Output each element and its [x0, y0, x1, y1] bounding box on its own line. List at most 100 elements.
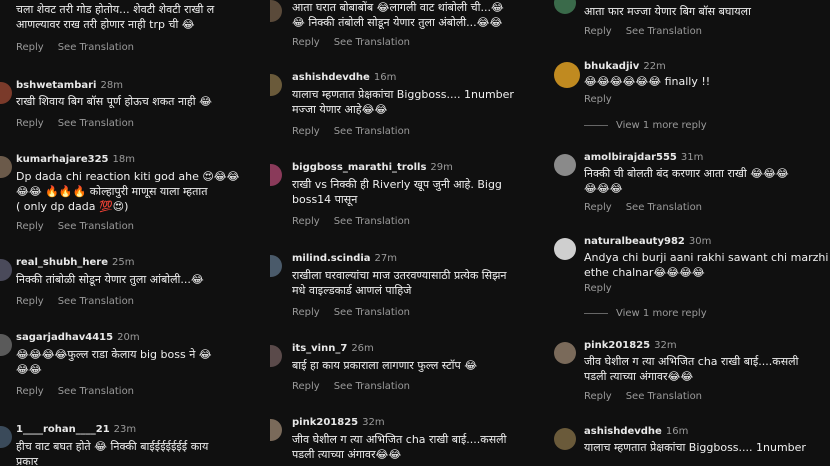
- comment-time: 18m: [112, 154, 135, 165]
- comment-username[interactable]: 1____rohan____21 23m: [16, 424, 136, 435]
- comment-username[interactable]: biggboss_marathi_trolls 29m: [292, 162, 453, 173]
- see-translation-button[interactable]: See Translation: [334, 37, 410, 48]
- comment-time: 22m: [643, 61, 666, 72]
- reply-button[interactable]: Reply: [16, 221, 44, 232]
- see-translation-button[interactable]: See Translation: [58, 296, 134, 307]
- comment-text: जीव घेशील ग त्या अभिजित cha राखी बाई....…: [584, 355, 799, 383]
- see-translation-button[interactable]: See Translation: [334, 381, 410, 392]
- comment-actions: Reply See Translation: [16, 386, 148, 397]
- see-translation-button[interactable]: See Translation: [334, 216, 410, 227]
- comment-actions: Reply See Translation: [292, 216, 424, 227]
- see-translation-button[interactable]: See Translation: [626, 202, 702, 213]
- comment-time: 16m: [665, 426, 689, 437]
- comment-actions: Reply See Translation: [292, 307, 424, 318]
- reply-button[interactable]: Reply: [584, 283, 612, 294]
- reply-button[interactable]: Reply: [292, 216, 320, 227]
- comments-column-2: आता घरात बोबाबोंब 😂लागली वाट थांबोली ची.…: [270, 0, 546, 466]
- see-translation-button[interactable]: See Translation: [58, 118, 134, 129]
- comment-username[interactable]: kumarhajare325 18m: [16, 154, 135, 165]
- comment-username[interactable]: amolbirajdar555 31m: [584, 152, 703, 163]
- comment-username[interactable]: pink201825 32m: [584, 340, 677, 351]
- avatar[interactable]: [554, 62, 580, 88]
- avatar[interactable]: [554, 0, 576, 14]
- comment-text: 😂😂😂😂😂😂 finally !!: [584, 75, 711, 88]
- comment-username[interactable]: pink201825 32m: [292, 417, 385, 428]
- view-more-replies[interactable]: View 1 more reply: [584, 308, 707, 319]
- comment-username[interactable]: bshwetambari 28m: [16, 80, 123, 91]
- comment-text: हीच वाट बघत होते 😂 निक्की बाईईईईईईई काय …: [16, 440, 209, 466]
- avatar[interactable]: [554, 342, 576, 364]
- comment-text: यालाच म्हणतात प्रेक्षकांचा Biggboss.... …: [584, 441, 806, 454]
- see-translation-button[interactable]: See Translation: [626, 26, 702, 37]
- reply-button[interactable]: Reply: [584, 94, 612, 105]
- comment-actions: Reply See Translation: [584, 202, 716, 213]
- reply-button[interactable]: Reply: [584, 391, 612, 402]
- comment-text: राखीला घरवाल्यांचा माज उतरवण्यासाठी प्रत…: [292, 269, 507, 297]
- comment-text: Dp dada chi reaction kiti god ahe 😍😂😂 😂😂…: [16, 170, 240, 213]
- comment-text: निक्की ची बोलती बंद करणार आता राखी 😂😂😂 😂…: [584, 167, 789, 195]
- comments-column-3: आता फार मज्जा येणार बिग बॉस बघायला Reply…: [546, 0, 830, 466]
- comment-actions: Reply See Translation: [584, 26, 716, 37]
- comment-time: 16m: [373, 72, 397, 83]
- reply-button[interactable]: Reply: [584, 26, 612, 37]
- reply-button[interactable]: Reply: [16, 386, 44, 397]
- reply-button[interactable]: Reply: [292, 37, 320, 48]
- reply-button[interactable]: Reply: [292, 307, 320, 318]
- avatar[interactable]: [0, 259, 12, 281]
- comment-actions: Reply See Translation: [16, 42, 148, 53]
- comment-time: 32m: [654, 340, 677, 351]
- comment-actions: Reply: [584, 283, 626, 294]
- avatar[interactable]: [270, 164, 282, 186]
- avatar[interactable]: [270, 255, 282, 277]
- see-translation-button[interactable]: See Translation: [334, 126, 410, 137]
- comment-username[interactable]: ashishdevdhe 16m: [292, 72, 396, 83]
- comment-username[interactable]: bhukadjiv 22m: [584, 61, 666, 72]
- comment-text: आता घरात बोबाबोंब 😂लागली वाट थांबोली ची.…: [292, 1, 504, 29]
- comment-time: 25m: [111, 257, 135, 268]
- comment-username[interactable]: ashishdevdhe 16m: [584, 426, 688, 437]
- reply-button[interactable]: Reply: [292, 381, 320, 392]
- comment-time: 27m: [374, 253, 398, 264]
- comment-text: आता फार मज्जा येणार बिग बॉस बघायला: [584, 5, 751, 18]
- reply-button[interactable]: Reply: [292, 126, 320, 137]
- comment-username[interactable]: real_shubh_here 25m: [16, 257, 134, 268]
- comment-text: यालाच म्हणतात प्रेक्षकांचा Biggboss.... …: [292, 88, 514, 116]
- see-translation-button[interactable]: See Translation: [58, 42, 134, 53]
- see-translation-button[interactable]: See Translation: [334, 307, 410, 318]
- comment-text: राखी शिवाय बिग बॉस पूर्ण होऊच शकत नाही 😂: [16, 95, 212, 108]
- avatar[interactable]: [270, 74, 282, 96]
- comment-text: निक्की तांबोळी सोडून येणार तुला आंबोली..…: [16, 273, 204, 286]
- comment-username[interactable]: milind.scindia 27m: [292, 253, 397, 264]
- reply-button[interactable]: Reply: [16, 296, 44, 307]
- reply-button[interactable]: Reply: [584, 202, 612, 213]
- comment-text: राखी vs निक्की ही Riverly खूप जुनी आहे. …: [292, 178, 502, 206]
- comment-time: 29m: [430, 162, 453, 173]
- comment-time: 32m: [362, 417, 385, 428]
- avatar[interactable]: [0, 82, 12, 104]
- avatar[interactable]: [0, 156, 12, 178]
- comment-username[interactable]: sagarjadhav4415 20m: [16, 332, 140, 343]
- comment-time: 20m: [117, 332, 140, 343]
- avatar[interactable]: [270, 345, 282, 367]
- comment-username[interactable]: its_vinn_7 26m: [292, 343, 374, 354]
- avatar[interactable]: [554, 238, 576, 260]
- reply-button[interactable]: Reply: [16, 118, 44, 129]
- see-translation-button[interactable]: See Translation: [58, 221, 134, 232]
- see-translation-button[interactable]: See Translation: [58, 386, 134, 397]
- comment-time: 28m: [100, 80, 123, 91]
- comment-actions: Reply See Translation: [292, 37, 424, 48]
- reply-button[interactable]: Reply: [16, 42, 44, 53]
- avatar[interactable]: [0, 426, 12, 448]
- avatar[interactable]: [270, 419, 282, 441]
- comment-actions: Reply: [584, 94, 626, 105]
- see-translation-button[interactable]: See Translation: [626, 391, 702, 402]
- avatar[interactable]: [0, 334, 12, 356]
- avatar[interactable]: [554, 428, 576, 450]
- view-more-replies[interactable]: View 1 more reply: [584, 120, 707, 131]
- avatar[interactable]: [554, 154, 576, 176]
- comment-time: 30m: [688, 236, 712, 247]
- comment-username[interactable]: naturalbeauty982 30m: [584, 236, 711, 247]
- comment-text: 😂😂😂😂फुल्ल राडा केलाय big boss ने 😂 😂😂: [16, 348, 212, 376]
- comment-text: बाई हा काय प्रकाराला लागणार फुल्ल स्टॉप …: [292, 359, 478, 372]
- avatar[interactable]: [270, 0, 282, 22]
